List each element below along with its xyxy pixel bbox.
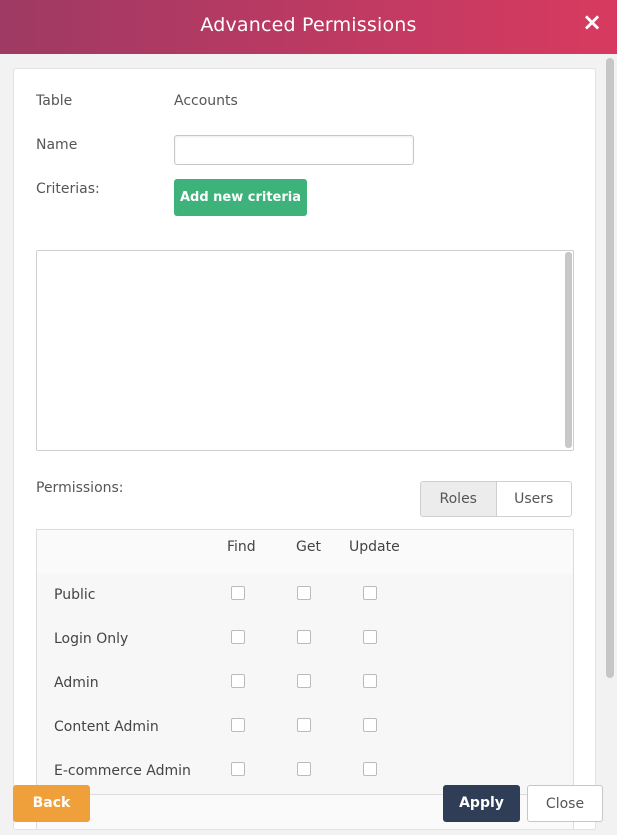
dialog-title: Advanced Permissions xyxy=(200,14,417,36)
users-tab[interactable]: Users xyxy=(497,482,572,516)
name-label: Name xyxy=(36,137,78,153)
update-checkbox[interactable] xyxy=(363,718,377,732)
get-checkbox[interactable] xyxy=(297,718,311,732)
dialog-scrollbar[interactable] xyxy=(606,58,614,678)
find-checkbox[interactable] xyxy=(231,630,245,644)
get-checkbox[interactable] xyxy=(297,630,311,644)
permissions-label: Permissions: xyxy=(36,480,124,496)
role-name: Admin xyxy=(54,675,99,691)
get-checkbox[interactable] xyxy=(297,762,311,776)
find-checkbox[interactable] xyxy=(231,674,245,688)
table-row: Login Only xyxy=(37,618,573,663)
update-checkbox[interactable] xyxy=(363,674,377,688)
back-button[interactable]: Back xyxy=(13,785,90,822)
find-checkbox[interactable] xyxy=(231,718,245,732)
roles-users-toggle: Roles Users xyxy=(420,481,572,517)
criteria-list[interactable] xyxy=(36,250,574,451)
close-button[interactable]: Close xyxy=(527,785,603,822)
update-checkbox[interactable] xyxy=(363,762,377,776)
get-checkbox[interactable] xyxy=(297,674,311,688)
table-row: Public xyxy=(37,574,573,619)
dialog-header: Advanced Permissions × xyxy=(0,0,617,54)
name-input[interactable] xyxy=(174,135,414,165)
update-checkbox[interactable] xyxy=(363,630,377,644)
update-checkbox[interactable] xyxy=(363,586,377,600)
role-name: Login Only xyxy=(54,631,129,647)
get-checkbox[interactable] xyxy=(297,586,311,600)
apply-button[interactable]: Apply xyxy=(443,785,520,822)
criteria-scrollbar[interactable] xyxy=(565,252,572,448)
role-name: E-commerce Admin xyxy=(54,763,191,779)
add-criteria-button[interactable]: Add new criteria xyxy=(174,179,307,216)
table-label: Table xyxy=(36,93,73,109)
table-row: Admin xyxy=(37,662,573,707)
find-checkbox[interactable] xyxy=(231,586,245,600)
column-get: Get xyxy=(296,539,321,555)
column-update: Update xyxy=(349,539,400,555)
role-name: Public xyxy=(54,587,96,603)
criterias-label: Criterias: xyxy=(36,181,100,197)
table-row: Content Admin xyxy=(37,706,573,751)
dialog-body: Table Accounts Name Criterias: Add new c… xyxy=(13,68,596,830)
permissions-table-header: Find Get Update xyxy=(37,530,573,575)
roles-tab[interactable]: Roles xyxy=(421,482,497,516)
role-name: Content Admin xyxy=(54,719,159,735)
close-icon[interactable]: × xyxy=(581,10,603,34)
table-value: Accounts xyxy=(174,93,238,109)
column-find: Find xyxy=(227,539,256,555)
permissions-table: Find Get Update Public Login Only Admin … xyxy=(36,529,574,829)
find-checkbox[interactable] xyxy=(231,762,245,776)
